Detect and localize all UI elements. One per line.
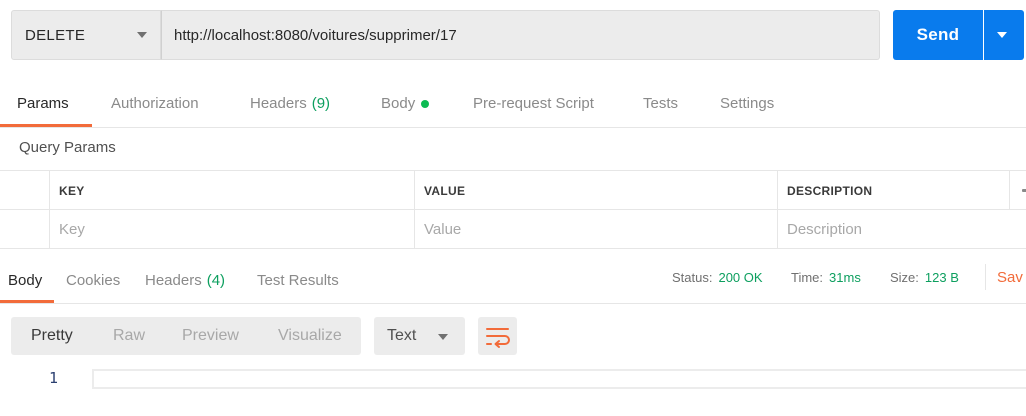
tab-authorization[interactable]: Authorization xyxy=(111,80,199,127)
tab-settings[interactable]: Settings xyxy=(720,80,774,127)
tab-pre-request-script[interactable]: Pre-request Script xyxy=(473,80,594,127)
view-mode-label: Preview xyxy=(182,327,239,344)
tab-label: Authorization xyxy=(111,95,199,112)
url-value: http://localhost:8080/voitures/supprimer… xyxy=(174,26,457,44)
tab-params[interactable]: Params xyxy=(17,80,69,127)
key-column-header: KEY xyxy=(49,171,415,210)
header-label: VALUE xyxy=(424,183,466,198)
tab-label: Tests xyxy=(643,95,679,112)
active-tab-indicator xyxy=(0,124,92,127)
tab-body[interactable]: Body xyxy=(381,80,430,127)
tab-count: (9) xyxy=(311,95,331,112)
view-mode-pretty[interactable]: Pretty xyxy=(31,317,73,355)
table-row: Key Value Description xyxy=(0,209,1026,249)
view-mode-label: Raw xyxy=(113,327,146,344)
tab-label: Pre-request Script xyxy=(473,95,594,112)
request-tabs: Params Authorization Headers (9) Body Pr… xyxy=(0,80,1026,128)
time-readout: Time: 31ms xyxy=(791,258,861,296)
key-placeholder: Key xyxy=(59,221,85,238)
size-value: 123 B xyxy=(924,269,959,285)
tab-label: Headers xyxy=(250,95,307,112)
tab-count: (4) xyxy=(206,271,226,289)
send-options-button[interactable] xyxy=(984,10,1024,60)
value-column-header: VALUE xyxy=(414,171,778,210)
query-params-title: Query Params xyxy=(19,139,116,156)
query-params-table: KEY VALUE DESCRIPTION Key Value Descript… xyxy=(0,170,1026,250)
time-value: 31ms xyxy=(829,269,861,285)
response-tab-cookies[interactable]: Cookies xyxy=(66,258,120,302)
description-placeholder: Description xyxy=(787,221,863,238)
more-icon xyxy=(1022,189,1026,192)
response-tab-headers[interactable]: Headers (4) xyxy=(145,258,225,302)
view-mode-raw[interactable]: Raw xyxy=(113,317,145,355)
view-mode-selector: Pretty Raw Preview Visualize xyxy=(11,317,361,355)
tab-label: Cookies xyxy=(66,271,121,289)
view-mode-visualize[interactable]: Visualize xyxy=(278,317,342,355)
view-mode-label: Visualize xyxy=(278,327,342,344)
wrap-lines-button[interactable] xyxy=(478,317,517,355)
send-button[interactable]: Send xyxy=(893,10,983,60)
tab-tests[interactable]: Tests xyxy=(643,80,678,127)
wrap-lines-icon xyxy=(486,328,510,348)
time-label: Time: xyxy=(791,269,824,285)
send-label: Send xyxy=(916,25,960,44)
header-label: KEY xyxy=(59,183,85,198)
line-number: 1 xyxy=(49,369,59,387)
response-body-editor[interactable] xyxy=(92,369,1026,389)
key-field[interactable]: Key xyxy=(49,210,415,249)
status-label: Status: xyxy=(672,269,713,285)
table-header-row: KEY VALUE DESCRIPTION xyxy=(0,170,1026,210)
description-field[interactable]: Description xyxy=(777,210,1026,249)
divider xyxy=(985,264,986,290)
format-value: Text xyxy=(387,327,417,344)
format-select[interactable]: Text xyxy=(374,317,465,355)
chevron-down-icon xyxy=(997,32,1007,38)
body-indicator-dot-icon xyxy=(421,99,430,108)
method-value: DELETE xyxy=(25,26,86,44)
url-input[interactable]: http://localhost:8080/voitures/supprimer… xyxy=(161,10,880,60)
size-readout: Size: 123 B xyxy=(890,258,959,296)
view-mode-label: Pretty xyxy=(31,327,73,344)
tab-label: Body xyxy=(8,271,43,289)
method-select[interactable]: DELETE xyxy=(11,10,161,60)
save-label: Sav xyxy=(997,268,1023,286)
status-value: 200 OK xyxy=(718,269,763,285)
view-mode-preview[interactable]: Preview xyxy=(182,317,239,355)
value-placeholder: Value xyxy=(424,221,462,238)
column-options[interactable] xyxy=(1009,171,1026,210)
tab-label: Params xyxy=(17,95,69,112)
chevron-down-icon xyxy=(438,334,448,340)
header-label: DESCRIPTION xyxy=(787,183,873,198)
response-tabs: Body Cookies Headers (4) Test Results St… xyxy=(0,258,1026,304)
description-column-header: DESCRIPTION xyxy=(777,171,1009,210)
tab-headers[interactable]: Headers (9) xyxy=(250,80,330,127)
value-field[interactable]: Value xyxy=(414,210,778,249)
status-readout: Status: 200 OK xyxy=(672,258,763,296)
chevron-down-icon xyxy=(137,32,147,38)
tab-label: Test Results xyxy=(257,271,339,289)
tab-label: Headers xyxy=(145,271,202,289)
tab-label: Settings xyxy=(720,95,775,112)
tab-label: Body xyxy=(381,95,416,112)
save-response-button[interactable]: Sav xyxy=(997,258,1023,296)
active-tab-indicator xyxy=(0,300,54,303)
response-tab-test-results[interactable]: Test Results xyxy=(257,258,339,302)
size-label: Size: xyxy=(890,269,919,285)
response-tab-body[interactable]: Body xyxy=(8,258,42,302)
